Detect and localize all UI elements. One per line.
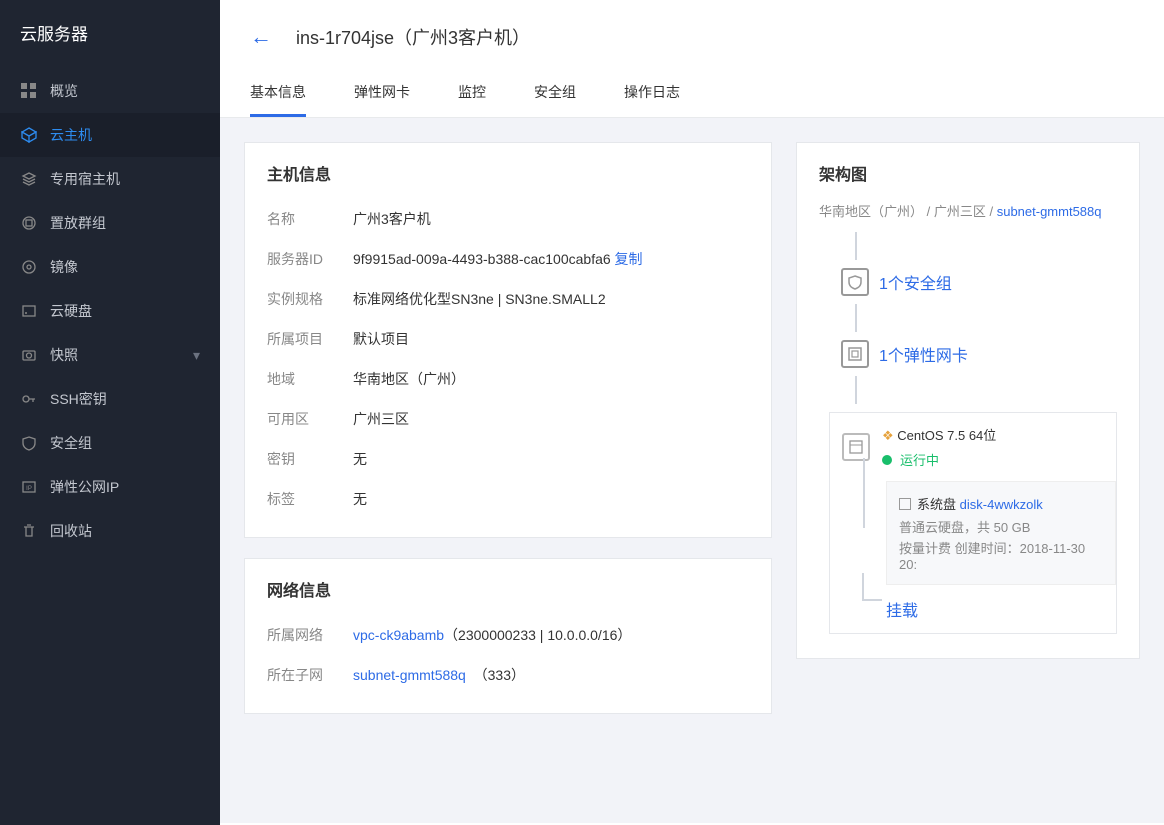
sidebar-item-trash[interactable]: 回收站 [0,509,220,553]
sidebar-title: 云服务器 [0,0,220,69]
vpc-link[interactable]: vpc-ck9abamb [353,627,444,643]
tab-sg[interactable]: 安全组 [534,72,576,117]
label: 所在子网 [267,665,353,685]
sidebar-item-securitygroup[interactable]: 安全组 [0,421,220,465]
layers-icon [20,170,38,188]
label: 密钥 [267,449,353,469]
value: 标准网络优化型SN3ne | SN3ne.SMALL2 [353,289,749,309]
sidebar-item-label: 云硬盘 [50,301,92,321]
sidebar-item-sshkey[interactable]: SSH密钥 [0,377,220,421]
disc-icon [20,258,38,276]
sidebar-item-label: SSH密钥 [50,389,107,409]
sidebar: 云服务器 概览 云主机 专用宿主机 置放群组 镜像 云硬盘 快照 ▾ SSH密钥… [0,0,220,825]
disk-meta: 按量计费 创建时间：2018-11-30 20: [899,538,1103,572]
disk-link[interactable]: disk-4wwkzolk [960,497,1043,512]
network-info-card: 网络信息 所属网络vpc-ck9abamb（2300000233 | 10.0.… [244,558,772,714]
subnet-link[interactable]: subnet-gmmt588q [997,204,1102,219]
sidebar-item-label: 云主机 [50,125,92,145]
sg-link[interactable]: 1个安全组 [879,270,952,294]
mount-link[interactable]: 挂载 [886,603,918,620]
value: 广州三区 [353,409,749,429]
status: 运行中 [882,450,996,469]
sidebar-item-snapshot[interactable]: 快照 ▾ [0,333,220,377]
ip-icon: IP [20,478,38,496]
main: ← ins-1r704jse（广州3客户机） 基本信息 弹性网卡 监控 安全组 … [220,0,1164,825]
sidebar-item-eip[interactable]: IP 弹性公网IP [0,465,220,509]
value: vpc-ck9abamb（2300000233 | 10.0.0.0/16） [353,625,749,645]
value: 无 [353,449,749,469]
sidebar-item-image[interactable]: 镜像 [0,245,220,289]
disk-type-icon [899,498,911,510]
value: 华南地区（广州） [353,369,749,389]
label: 所属项目 [267,329,353,349]
subnet-link[interactable]: subnet-gmmt588q [353,667,466,683]
server-icon [842,433,870,461]
label: 标签 [267,489,353,509]
group-icon [20,214,38,232]
sidebar-item-label: 回收站 [50,521,92,541]
chevron-down-icon: ▾ [193,347,200,364]
copy-button[interactable]: 复制 [615,251,643,267]
disk-box: 系统盘 disk-4wwkzolk 普通云硬盘，共 50 GB 按量计费 创建时… [886,481,1116,585]
sidebar-item-label: 弹性公网IP [50,477,119,497]
key-icon [20,390,38,408]
sidebar-item-label: 置放群组 [50,213,106,233]
trash-icon [20,522,38,540]
shield-icon [841,268,869,296]
sidebar-item-dedicated[interactable]: 专用宿主机 [0,157,220,201]
svg-text:IP: IP [26,486,32,492]
sidebar-item-label: 概览 [50,81,78,101]
card-title: 架构图 [797,143,1139,199]
sidebar-item-label: 镜像 [50,257,78,277]
breadcrumb: 华南地区（广州） / 广州三区 / subnet-gmmt588q [797,199,1139,232]
os-box: ❖ CentOS 7.5 64位 运行中 系统盘 disk-4wwkzolk 普… [829,412,1117,634]
nic-link[interactable]: 1个弹性网卡 [879,342,968,366]
sidebar-item-disk[interactable]: 云硬盘 [0,289,220,333]
page-title: ins-1r704jse（广州3客户机） [296,24,530,50]
arch-card: 架构图 华南地区（广州） / 广州三区 / subnet-gmmt588q 1个… [796,142,1140,659]
header: ← ins-1r704jse（广州3客户机） [220,0,1164,50]
card-title: 主机信息 [245,143,771,199]
tab-log[interactable]: 操作日志 [624,72,680,117]
label: 实例规格 [267,289,353,309]
value: subnet-gmmt588q （333） [353,665,749,685]
chip-icon [841,340,869,368]
disk-spec: 普通云硬盘，共 50 GB [899,517,1103,536]
sidebar-item-label: 安全组 [50,433,92,453]
tab-nic[interactable]: 弹性网卡 [354,72,410,117]
shield-icon [20,434,38,452]
disk-icon [20,302,38,320]
value: 9f9915ad-009a-4493-b388-cac100cabfa6 复制 [353,249,749,269]
label: 地域 [267,369,353,389]
label: 名称 [267,209,353,229]
value: 广州3客户机 [353,209,749,229]
sidebar-item-cvm[interactable]: 云主机 [0,113,220,157]
value: 无 [353,489,749,509]
back-button[interactable]: ← [250,24,272,50]
content: 主机信息 名称广州3客户机 服务器ID9f9915ad-009a-4493-b3… [220,118,1164,823]
value: 默认项目 [353,329,749,349]
cube-icon [20,126,38,144]
label: 所属网络 [267,625,353,645]
grid-icon [20,82,38,100]
sidebar-item-overview[interactable]: 概览 [0,69,220,113]
os-name: ❖ CentOS 7.5 64位 [882,425,996,444]
label: 可用区 [267,409,353,429]
sidebar-item-label: 专用宿主机 [50,169,120,189]
sidebar-item-placement[interactable]: 置放群组 [0,201,220,245]
camera-icon [20,346,38,364]
host-info-card: 主机信息 名称广州3客户机 服务器ID9f9915ad-009a-4493-b3… [244,142,772,538]
sidebar-item-label: 快照 [50,345,78,365]
label: 服务器ID [267,249,353,269]
tab-basic[interactable]: 基本信息 [250,72,306,117]
card-title: 网络信息 [245,559,771,615]
tab-monitor[interactable]: 监控 [458,72,486,117]
tabs: 基本信息 弹性网卡 监控 安全组 操作日志 [220,72,1164,118]
